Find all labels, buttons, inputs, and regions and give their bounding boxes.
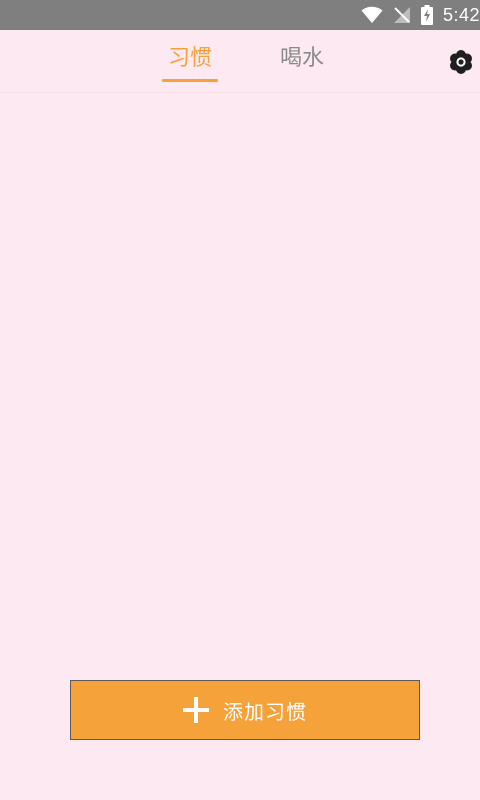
status-icons: 5:42	[361, 0, 480, 30]
habit-list-area	[0, 93, 480, 673]
plus-icon	[183, 697, 209, 723]
tab-water[interactable]: 喝水	[275, 44, 329, 84]
add-habit-button[interactable]: 添加习惯	[70, 680, 420, 740]
add-habit-label: 添加习惯	[223, 699, 307, 724]
battery-charging-icon	[420, 5, 433, 25]
active-tab-indicator	[162, 79, 218, 82]
status-bar: 5:42	[0, 0, 480, 30]
tab-habit[interactable]: 习惯	[162, 44, 218, 84]
tab-water-label: 喝水	[279, 46, 324, 71]
no-signal-icon	[393, 7, 410, 23]
gear-icon[interactable]	[448, 49, 474, 75]
wifi-icon	[361, 6, 383, 23]
tab-habit-label: 习惯	[167, 46, 212, 71]
top-bar: 习惯 喝水	[0, 30, 480, 93]
status-time: 5:42	[442, 4, 480, 25]
